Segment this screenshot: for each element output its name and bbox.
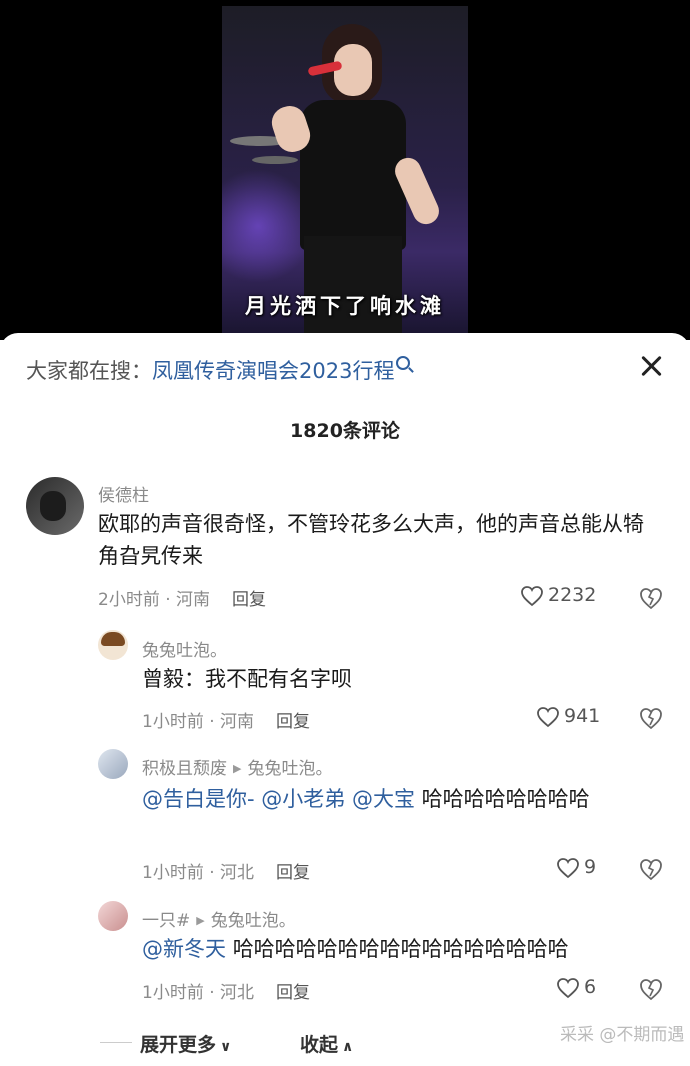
close-icon[interactable] <box>634 350 668 384</box>
username-text[interactable]: 一只# <box>142 911 190 931</box>
mention-link[interactable]: @小老弟 <box>261 787 345 811</box>
time-location: 2小时前 · 河南 <box>98 590 211 610</box>
search-suggestion[interactable]: 大家都在搜：凤凰传奇演唱会2023行程 <box>26 355 411 385</box>
avatar[interactable] <box>98 630 128 660</box>
comment-text: 欧耶的声音很奇怪，不管玲花多么大声，他的声音总能从犄角旮旯传来 <box>98 508 664 572</box>
dislike-icon[interactable] <box>638 977 664 1001</box>
comment-username[interactable]: 一只# ▶ 兔兔吐泡。 <box>142 906 296 931</box>
reply-button[interactable]: 回复 <box>276 983 310 1003</box>
video-frame[interactable]: 月光洒下了响水滩 <box>222 6 468 334</box>
avatar[interactable] <box>26 477 84 535</box>
dislike-icon[interactable] <box>638 857 664 881</box>
chevron-up-icon: ∧ <box>342 1039 354 1055</box>
comment-body: 哈哈哈哈哈哈哈哈 <box>421 787 590 811</box>
username-text[interactable]: 兔兔吐泡。 <box>142 641 227 661</box>
avatar-figure <box>40 491 66 521</box>
collapse-label: 收起 <box>300 1034 339 1056</box>
singer-body <box>300 100 406 250</box>
reply-to-user[interactable]: 兔兔吐泡。 <box>211 911 296 931</box>
heart-icon <box>557 977 579 998</box>
reply-arrow-icon: ▶ <box>196 914 205 927</box>
like-button[interactable]: 2232 <box>520 584 596 607</box>
heart-icon <box>537 706 559 727</box>
comment-meta: 1小时前 · 河北 回复 <box>142 978 310 1003</box>
time-location: 1小时前 · 河北 <box>142 863 255 883</box>
like-count: 2232 <box>548 584 597 606</box>
reply-button[interactable]: 回复 <box>232 590 266 610</box>
comment-count: 1820条评论 <box>290 420 400 442</box>
time-location: 1小时前 · 河北 <box>142 983 255 1003</box>
comment-username[interactable]: 积极且颓废 ▶ 兔兔吐泡。 <box>142 754 332 779</box>
divider-line <box>100 1042 132 1043</box>
avatar[interactable] <box>98 749 128 779</box>
heart-icon <box>557 857 579 878</box>
mention-link[interactable]: @告白是你- <box>142 787 255 811</box>
like-count: 941 <box>564 705 601 727</box>
username-text[interactable]: 积极且颓废 <box>142 759 227 779</box>
search-prefix: 大家都在搜： <box>26 359 152 383</box>
reply-button[interactable]: 回复 <box>276 863 310 883</box>
like-button[interactable]: 9 <box>556 856 596 879</box>
video-subtitle: 月光洒下了响水滩 <box>245 294 445 318</box>
time-location: 1小时前 · 河南 <box>142 712 255 732</box>
video-player[interactable]: 月光洒下了响水滩 <box>0 0 690 340</box>
singer-face <box>334 44 372 96</box>
comment-username[interactable]: 兔兔吐泡。 <box>142 636 227 661</box>
username-text[interactable]: 侯德柱 <box>98 486 149 506</box>
comment-meta: 1小时前 · 河南 回复 <box>142 707 310 732</box>
avatar[interactable] <box>98 901 128 931</box>
search-icon <box>396 356 411 370</box>
reply-to-user[interactable]: 兔兔吐泡。 <box>247 759 332 779</box>
comment-username[interactable]: 侯德柱 <box>98 481 149 506</box>
mention-link[interactable]: @大宝 <box>352 787 415 811</box>
mention-link[interactable]: @新冬天 <box>142 937 226 961</box>
stage-light <box>222 166 312 286</box>
comment-meta: 2小时前 · 河南 回复 <box>98 585 266 610</box>
dislike-icon[interactable] <box>638 586 664 610</box>
like-button[interactable]: 6 <box>556 976 596 999</box>
comment-body: 哈哈哈哈哈哈哈哈哈哈哈哈哈哈哈哈 <box>232 937 569 961</box>
watermark: 采采 @不期而遇 <box>560 1025 685 1045</box>
reply-arrow-icon: ▶ <box>233 762 242 775</box>
like-button[interactable]: 941 <box>536 705 600 728</box>
avatar-hair <box>101 632 125 646</box>
comment-text: @新冬天 哈哈哈哈哈哈哈哈哈哈哈哈哈哈哈哈 <box>142 933 672 965</box>
collapse-button[interactable]: 收起 ∧ <box>300 1030 353 1057</box>
comment-text: @告白是你- @小老弟 @大宝 哈哈哈哈哈哈哈哈 <box>142 783 666 815</box>
comment-body: 曾毅：我不配有名字呗 <box>142 667 352 691</box>
reply-button[interactable]: 回复 <box>276 712 310 732</box>
like-count: 6 <box>584 976 597 998</box>
expand-label: 展开更多 <box>140 1034 217 1056</box>
comment-text: 曾毅：我不配有名字呗 <box>142 663 662 695</box>
heart-icon <box>521 585 543 606</box>
chevron-down-icon: ∨ <box>220 1039 232 1055</box>
dislike-icon[interactable] <box>638 706 664 730</box>
like-count: 9 <box>584 856 597 878</box>
comment-body: 欧耶的声音很奇怪，不管玲花多么大声，他的声音总能从犄角旮旯传来 <box>98 512 644 568</box>
drum-kit-cymbal <box>252 156 298 164</box>
expand-more-button[interactable]: 展开更多 ∨ <box>140 1030 231 1057</box>
search-term-link[interactable]: 凤凰传奇演唱会2023行程 <box>152 359 394 383</box>
comment-meta: 1小时前 · 河北 回复 <box>142 858 310 883</box>
